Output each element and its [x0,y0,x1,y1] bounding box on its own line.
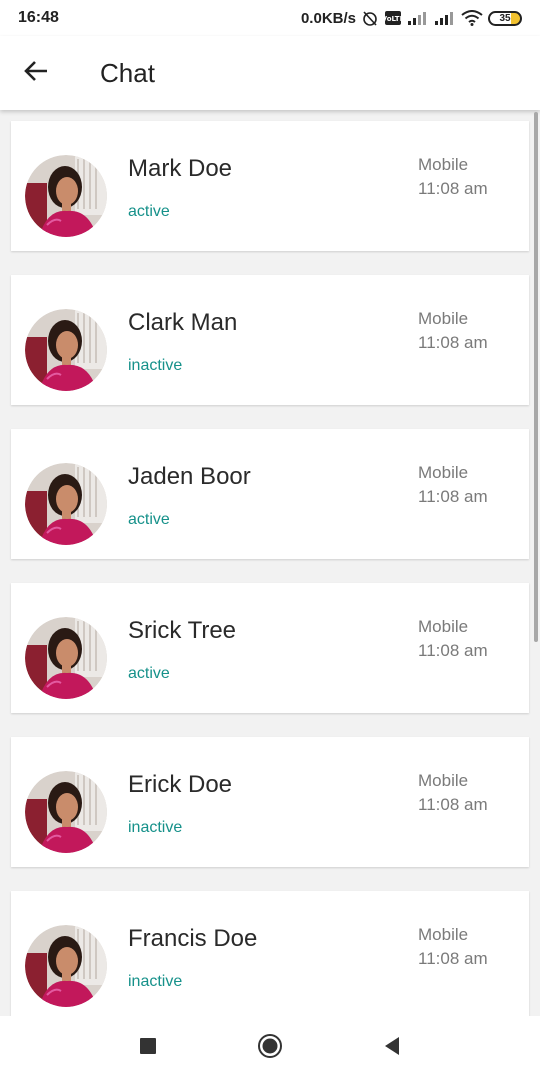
contact-device: Mobile [418,925,469,944]
contact-status: active [128,203,170,220]
contact-name: Francis Doe [128,925,258,952]
chat-list-item[interactable]: Jaden Boor active Mobile 11:08 am [11,429,529,559]
battery-icon: 35 [488,10,522,26]
contact-device: Mobile [418,617,469,636]
contact-name: Erick Doe [128,771,233,798]
status-indicators: 0.0KB/s VoLTE 35 [301,9,522,27]
contact-device: Mobile [418,309,469,328]
contact-device: Mobile [418,463,469,482]
contact-status: active [128,665,170,682]
arrow-back-icon [23,59,49,88]
contact-name: Clark Man [128,309,238,336]
contact-status: inactive [128,357,183,374]
signal-icon-2 [434,11,456,25]
alarm-off-icon [361,9,379,27]
square-icon [139,1037,157,1060]
system-nav-bar [0,1016,540,1080]
battery-level: 35 [499,12,511,24]
contact-name: Srick Tree [128,617,237,644]
wifi-icon [461,10,483,26]
chat-list-item[interactable]: Mark Doe active Mobile 11:08 am [11,121,529,251]
back-button[interactable] [0,36,72,110]
contact-device: Mobile [418,771,469,790]
contact-status: active [128,511,170,528]
message-time: 11:08 am [418,641,488,660]
triangle-back-icon [383,1036,401,1061]
contact-status: inactive [128,973,183,990]
avatar[interactable] [25,617,107,699]
contact-name: Mark Doe [128,155,233,182]
contact-status: inactive [128,819,183,836]
avatar[interactable] [25,155,107,237]
message-time: 11:08 am [418,333,488,352]
chat-list-item[interactable]: Francis Doe inactive Mobile 11:08 am [11,891,529,1016]
volte-icon: VoLTE [384,10,402,26]
message-time: 11:08 am [418,795,488,814]
scrollbar[interactable] [534,112,538,642]
avatar[interactable] [25,463,107,545]
svg-text:VoLTE: VoLTE [384,15,402,23]
avatar[interactable] [25,771,107,853]
status-bar: 16:48 0.0KB/s VoLTE 35 [0,0,540,36]
message-time: 11:08 am [418,487,488,506]
chat-list-item[interactable]: Srick Tree active Mobile 11:08 am [11,583,529,713]
circle-icon [257,1033,283,1064]
recents-button[interactable] [128,1028,168,1068]
chat-list-item[interactable]: Clark Man inactive Mobile 11:08 am [11,275,529,405]
app-bar: Chat [0,36,540,110]
contact-name: Jaden Boor [128,463,251,490]
nav-back-button[interactable] [372,1028,412,1068]
message-time: 11:08 am [418,949,488,968]
chat-list-item[interactable]: Erick Doe inactive Mobile 11:08 am [11,737,529,867]
status-time: 16:48 [18,9,59,26]
avatar[interactable] [25,925,107,1007]
home-button[interactable] [250,1028,290,1068]
signal-icon [407,11,429,25]
avatar[interactable] [25,309,107,391]
contact-device: Mobile [418,155,469,174]
network-speed: 0.0KB/s [300,9,356,27]
page-title: Chat [100,57,155,88]
chat-list[interactable]: Mark Doe active Mobile 11:08 am Clark Man ina… [0,110,540,1016]
message-time: 11:08 am [418,179,488,198]
